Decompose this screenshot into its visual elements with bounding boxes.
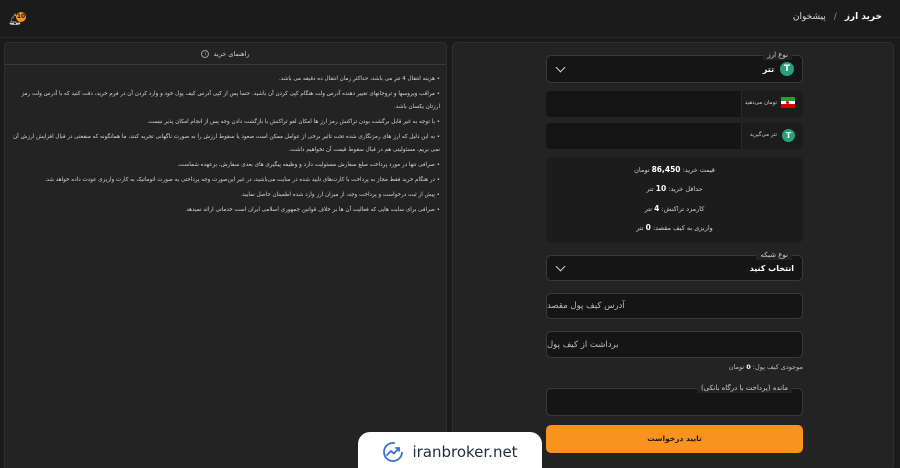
info-icon: i — [201, 49, 210, 58]
notification-badge: 10 — [16, 12, 26, 22]
deposit-line: واریزی به کیف مقصد: 0 تتر — [546, 223, 803, 232]
tether-icon: T — [780, 62, 794, 76]
tether-unit: T تتر می‌گیرید — [741, 123, 803, 149]
tx-fee-value: 4 — [654, 204, 660, 213]
buy-price-unit: تومان — [634, 166, 650, 174]
buy-price-line: قیمت خرید: 86,450 تومان — [546, 165, 803, 174]
currency-type-select[interactable]: نوع ارز T تتر — [546, 50, 803, 83]
wallet-address-placeholder: آدرس کیف پول مقصد — [547, 301, 625, 311]
currency-selected-value: تتر — [762, 64, 774, 74]
deposit-label: واریزی به کیف مقصد: — [652, 224, 713, 232]
tx-fee-label: کارمزد تراکنش: — [661, 205, 705, 213]
watermark-text: iranbroker.net — [412, 443, 518, 461]
currency-type-label: نوع ارز — [763, 50, 792, 60]
buy-form-panel: نوع ارز T تتر تومان می‌دهید T تتر می‌گیر… — [452, 42, 894, 468]
tx-fee-unit: تتر — [644, 205, 652, 213]
wallet-balance-value: 0 — [746, 363, 751, 371]
wallet-address-input[interactable]: آدرس کیف پول مقصد — [546, 293, 803, 319]
breadcrumb-current: خرید ارز — [844, 12, 882, 22]
min-buy-unit: تتر — [646, 185, 654, 193]
guide-header: راهنمای خرید i — [5, 43, 446, 65]
toman-amount-field: تومان می‌دهید — [546, 91, 803, 117]
guide-item: • در هنگام خرید فقط مجاز به پرداخت با کا… — [44, 177, 440, 183]
tether-unit-label: تتر می‌گیرید — [749, 132, 777, 138]
toman-unit: تومان می‌دهید — [741, 91, 803, 117]
wallet-balance-label: موجودی کیف پول: — [752, 363, 803, 371]
tether-amount-field: T تتر می‌گیرید — [546, 123, 803, 149]
network-type-select[interactable]: نوع شبکه انتخاب کنید — [546, 250, 803, 281]
toman-unit-label: تومان می‌دهید — [744, 100, 777, 106]
price-info-box: قیمت خرید: 86,450 تومان حداقل خرید: 10 ت… — [546, 157, 803, 243]
breadcrumb: پیشخوان / خرید ارز — [793, 12, 882, 22]
guide-item: • هزینه انتقال 4 تتر می باشد، حداکثر زما… — [278, 76, 440, 82]
guide-item: • مراقب ویروسها و تروجانهای تغییر دهنده … — [21, 91, 440, 110]
guide-title: راهنمای خرید — [213, 49, 250, 58]
buy-price-value: 86,450 — [651, 165, 681, 174]
buy-guide-panel: راهنمای خرید i • هزینه انتقال 4 تتر می ب… — [4, 42, 447, 468]
chevron-down-icon — [555, 62, 566, 72]
remaining-amount-input[interactable]: مانده (پرداخت با درگاه بانکی) — [546, 383, 803, 416]
guide-item: • صرافی تنها در مورد پرداخت مبلغ سفارش م… — [177, 162, 440, 168]
tx-fee-line: کارمزد تراکنش: 4 تتر — [546, 204, 803, 213]
guide-item: • با توجه به غیر قابل برگشت بودن تراکنش … — [147, 119, 440, 125]
wallet-balance-unit: تومان — [728, 363, 745, 371]
min-buy-label: حداقل خرید: — [668, 185, 703, 193]
min-buy-line: حداقل خرید: 10 تتر — [546, 184, 803, 193]
tether-amount-input[interactable] — [546, 123, 741, 149]
wallet-balance: موجودی کیف پول: 0 تومان — [546, 363, 803, 371]
breadcrumb-home[interactable]: پیشخوان — [793, 12, 826, 22]
min-buy-value: 10 — [655, 184, 667, 193]
trend-chart-icon — [383, 442, 404, 462]
withdraw-wallet-placeholder: برداشت از کیف پول — [547, 339, 619, 350]
toman-amount-input[interactable] — [546, 91, 741, 117]
guide-item: • پیش از ثبت درخواست و پرداخت وجه، از می… — [240, 192, 440, 198]
buy-price-label: قیمت خرید: — [682, 166, 715, 174]
breadcrumb-separator: / — [833, 12, 837, 22]
guide-item: • صرافی برای سایت هایی که فعالیت آن ها ب… — [186, 207, 440, 213]
deposit-value: 0 — [645, 223, 651, 232]
remaining-label: مانده (پرداخت با درگاه بانکی) — [696, 383, 792, 393]
guide-item: • به این دلیل که ارز های رمزنگاری شده تح… — [13, 134, 440, 153]
watermark: iranbroker.net — [358, 432, 542, 468]
deposit-unit: تتر — [636, 224, 644, 232]
notification-button[interactable]: 🔔︎ 10 — [8, 12, 26, 28]
submit-button[interactable]: تایید درخواست — [546, 425, 803, 453]
network-selected-value: انتخاب کنید — [749, 263, 794, 273]
withdraw-wallet-input[interactable]: برداشت از کیف پول — [546, 331, 803, 358]
guide-list: • هزینه انتقال 4 تتر می باشد، حداکثر زما… — [5, 65, 446, 217]
chevron-down-icon — [555, 261, 566, 271]
tether-icon: T — [782, 129, 795, 142]
network-type-label: نوع شبکه — [756, 250, 792, 260]
top-bar: پیشخوان / خرید ارز 🔔︎ 10 — [0, 0, 900, 38]
iran-flag-icon — [781, 97, 795, 108]
